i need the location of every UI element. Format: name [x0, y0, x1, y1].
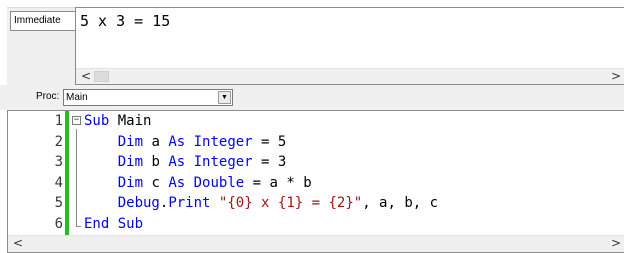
code-line[interactable]: 3 Dim b As Integer = 3	[8, 152, 608, 173]
line-number: 4	[54, 174, 63, 191]
code-token: = 5	[252, 133, 287, 150]
procedure-dropdown[interactable]: Main ▼	[63, 89, 233, 106]
procedure-selected-value: Main	[66, 92, 88, 103]
keyword-token: As	[168, 133, 186, 150]
keyword-token: Sub	[84, 113, 110, 129]
code-line[interactable]: 2 Dim a As Integer = 5	[8, 132, 608, 153]
procedure-bar: Proc: Main ▼	[0, 85, 624, 110]
code-text: Sub Main	[84, 111, 151, 132]
scroll-left-icon[interactable]: <	[78, 69, 94, 85]
code-text: Debug.Print "{0} x {1} = {2}", a, b, c	[84, 193, 438, 214]
code-line[interactable]: 1 Sub Main	[8, 111, 608, 132]
code-token: c	[143, 174, 169, 191]
code-editor[interactable]: − 1 Sub Main 2 Dim a As Integer = 53 Dim b…	[7, 110, 624, 253]
scroll-right-icon[interactable]: >	[608, 236, 624, 252]
string-token: "{0} x {1} = {2}"	[218, 195, 363, 211]
proc-label: Proc:	[36, 91, 60, 102]
keyword-token: Dim	[117, 154, 144, 170]
keyword-token: Dim	[117, 174, 144, 191]
line-number: 6	[54, 215, 63, 232]
line-number: 2	[54, 133, 63, 150]
code-text: Dim a As Integer = 5	[84, 132, 287, 153]
immediate-output-pane[interactable]: 5 x 3 = 15 < >	[75, 7, 624, 85]
code-token: , a, b, c	[362, 195, 439, 211]
code-token: Main	[109, 113, 152, 129]
immediate-tab[interactable]: Immediate	[10, 11, 75, 31]
line-number: 3	[54, 154, 63, 170]
code-text: Dim c As Double = a * b	[84, 173, 312, 194]
chevron-down-icon[interactable]: ▼	[218, 91, 231, 104]
scrollbar-thumb[interactable]	[94, 71, 109, 82]
line-number: 1	[54, 113, 63, 129]
immediate-output-text: 5 x 3 = 15	[80, 12, 171, 30]
keyword-token: Dim	[117, 133, 144, 150]
code-token: b	[143, 154, 169, 170]
keyword-token: Integer	[193, 154, 253, 170]
line-number: 5	[54, 195, 63, 211]
keyword-token: Double	[193, 174, 245, 191]
code-text: End Sub	[84, 214, 143, 235]
keyword-token: As	[168, 174, 186, 191]
editor-horizontal-scrollbar[interactable]: < >	[8, 235, 624, 252]
keyword-token: Integer	[193, 133, 253, 150]
scroll-right-icon[interactable]: >	[608, 69, 624, 85]
code-line[interactable]: 5 Debug.Print "{0} x {1} = {2}", a, b, c	[8, 193, 608, 214]
code-token: a	[143, 133, 169, 150]
code-token: = a * b	[244, 174, 312, 191]
keyword-token: As	[168, 154, 186, 170]
code-line[interactable]: 6 End Sub	[8, 214, 608, 235]
immediate-horizontal-scrollbar[interactable]: < >	[76, 68, 624, 84]
keyword-token: End Sub	[84, 215, 144, 232]
code-text: Dim b As Integer = 3	[84, 152, 287, 173]
scroll-left-icon[interactable]: <	[10, 236, 26, 252]
keyword-token: Print	[168, 195, 211, 211]
code-token: = 3	[252, 154, 287, 170]
keyword-token: Debug	[117, 195, 160, 211]
code-line[interactable]: 4 Dim c As Double = a * b	[8, 173, 608, 194]
